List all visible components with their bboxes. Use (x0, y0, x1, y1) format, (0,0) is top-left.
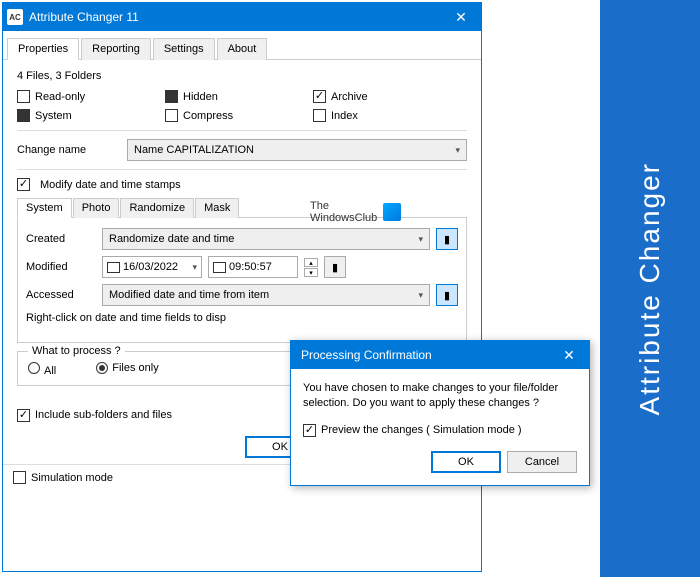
sidebar-text: Attribute Changer (634, 162, 666, 415)
what-to-process-label: What to process ? (28, 345, 125, 357)
close-icon[interactable]: ✕ (441, 3, 481, 31)
compress-checkbox[interactable] (165, 109, 178, 122)
modified-time-checkbox[interactable] (213, 262, 226, 273)
dialog-titlebar: Processing Confirmation ✕ (291, 341, 589, 369)
modified-label: Modified (26, 261, 96, 273)
system-label: System (35, 110, 72, 122)
created-value: Randomize date and time (109, 233, 234, 245)
window-title: Attribute Changer 11 (29, 10, 441, 24)
include-sub-checkbox[interactable] (17, 409, 30, 422)
created-dropdown[interactable]: Randomize date and time ▾ (102, 228, 430, 250)
radio-files-label: Files only (112, 362, 158, 374)
sidebar-banner: Attribute Changer (600, 0, 700, 577)
accessed-label: Accessed (26, 289, 96, 301)
simulation-mode-label: Simulation mode (31, 472, 113, 484)
dialog-ok-button[interactable]: OK (431, 451, 501, 473)
modified-date-checkbox[interactable] (107, 262, 120, 273)
readonly-label: Read-only (35, 91, 85, 103)
created-action-button[interactable]: ▮ (436, 228, 458, 250)
change-name-dropdown[interactable]: Name CAPITALIZATION ▾ (127, 139, 467, 161)
modified-date-value: 16/03/2022 (123, 261, 178, 273)
simulation-mode-checkbox[interactable] (13, 471, 26, 484)
titlebar: AC Attribute Changer 11 ✕ (3, 3, 481, 31)
tab-about[interactable]: About (217, 38, 268, 60)
dialog-title: Processing Confirmation (301, 348, 549, 362)
chevron-down-icon: ▾ (192, 262, 197, 273)
hidden-label: Hidden (183, 91, 218, 103)
confirmation-dialog: Processing Confirmation ✕ You have chose… (290, 340, 590, 486)
time-spinner-down[interactable]: ▾ (304, 268, 318, 277)
subtab-mask[interactable]: Mask (195, 198, 239, 218)
file-summary: 4 Files, 3 Folders (17, 70, 467, 82)
modify-stamps-checkbox[interactable] (17, 178, 30, 191)
index-checkbox[interactable] (313, 109, 326, 122)
archive-checkbox[interactable] (313, 90, 326, 103)
change-name-value: Name CAPITALIZATION (134, 144, 254, 156)
dialog-close-icon[interactable]: ✕ (549, 341, 589, 369)
app-icon: AC (7, 9, 23, 25)
preview-label: Preview the changes ( Simulation mode ) (321, 424, 522, 436)
main-window: AC Attribute Changer 11 ✕ Properties Rep… (2, 2, 482, 572)
time-spinner-up[interactable]: ▴ (304, 258, 318, 267)
chevron-down-icon: ▾ (418, 234, 423, 245)
modified-date-input[interactable]: 16/03/2022 ▾ (102, 256, 202, 278)
radio-all-option[interactable]: All (28, 362, 56, 377)
hidden-checkbox[interactable] (165, 90, 178, 103)
include-sub-label: Include sub-folders and files (35, 409, 172, 421)
change-name-label: Change name (17, 144, 117, 156)
modified-time-input[interactable]: 09:50:57 (208, 256, 298, 278)
dialog-message: You have chosen to make changes to your … (303, 381, 577, 412)
subtab-system[interactable]: System (17, 198, 72, 218)
radio-all[interactable] (28, 362, 40, 374)
preview-checkbox[interactable] (303, 424, 316, 437)
modified-time-value: 09:50:57 (229, 261, 272, 273)
readonly-checkbox[interactable] (17, 90, 30, 103)
radio-files[interactable] (96, 362, 108, 374)
radio-files-option[interactable]: Files only (96, 362, 158, 377)
tab-properties[interactable]: Properties (7, 38, 79, 60)
index-label: Index (331, 110, 358, 122)
tab-settings[interactable]: Settings (153, 38, 215, 60)
chevron-down-icon: ▾ (418, 290, 423, 301)
accessed-value: Modified date and time from item (109, 289, 269, 301)
accessed-action-button[interactable]: ▮ (436, 284, 458, 306)
subtab-photo[interactable]: Photo (73, 198, 120, 218)
accessed-dropdown[interactable]: Modified date and time from item ▾ (102, 284, 430, 306)
dialog-cancel-button[interactable]: Cancel (507, 451, 577, 473)
chevron-down-icon: ▾ (455, 145, 460, 156)
main-tabs: Properties Reporting Settings About (3, 31, 481, 60)
system-checkbox[interactable] (17, 109, 30, 122)
compress-label: Compress (183, 110, 233, 122)
modified-action-button[interactable]: ▮ (324, 256, 346, 278)
hint-text: Right-click on date and time fields to d… (26, 312, 458, 324)
radio-all-label: All (44, 365, 56, 377)
tab-reporting[interactable]: Reporting (81, 38, 151, 60)
date-subtabs: System Photo Randomize Mask (17, 197, 467, 218)
archive-label: Archive (331, 91, 368, 103)
modify-stamps-label: Modify date and time stamps (40, 179, 181, 191)
subtab-randomize[interactable]: Randomize (120, 198, 194, 218)
created-label: Created (26, 233, 96, 245)
